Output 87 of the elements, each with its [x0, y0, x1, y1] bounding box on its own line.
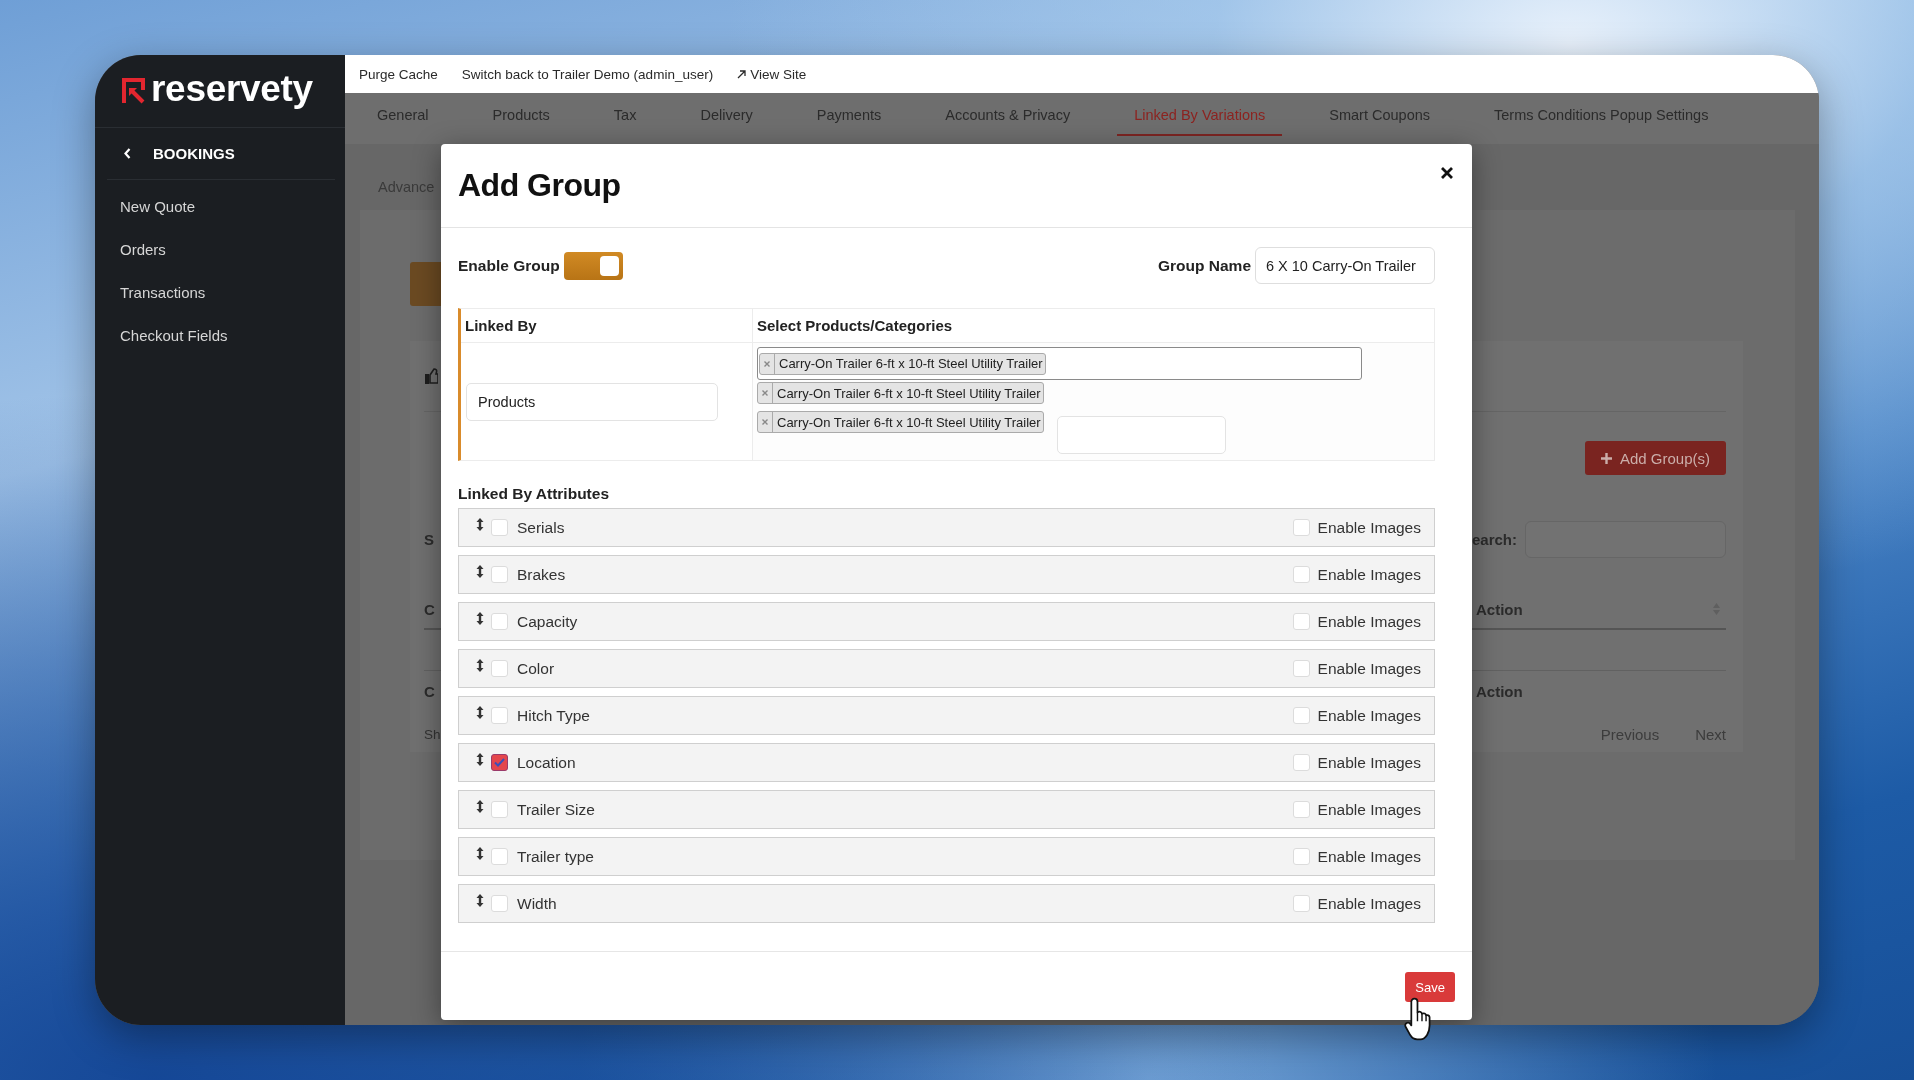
- product-search-field[interactable]: [1056, 416, 1226, 454]
- attribute-name: Serials: [517, 518, 566, 537]
- chip-label: Carry-On Trailer 6-ft x 10-ft Steel Utility Trailer: [779, 356, 1043, 371]
- attribute-name: Trailer type: [517, 847, 595, 866]
- save-button[interactable]: Save: [1405, 972, 1455, 1002]
- length-label: S: [424, 531, 434, 548]
- settings-tab[interactable]: Products: [475, 93, 567, 136]
- drag-handle-icon[interactable]: [476, 753, 484, 766]
- drag-handle-icon[interactable]: [476, 894, 484, 907]
- enable-images-checkbox[interactable]: [1292, 660, 1310, 677]
- attribute-name: Capacity: [517, 612, 579, 631]
- settings-tab[interactable]: Delivery: [683, 93, 770, 136]
- enable-images-checkbox[interactable]: [1292, 754, 1310, 771]
- drag-handle-icon[interactable]: [476, 565, 484, 578]
- enable-images-label: Enable Images: [1317, 612, 1421, 631]
- enable-images-label: Enable Images: [1317, 518, 1421, 537]
- remove-icon: [762, 390, 768, 396]
- button-fragment: [410, 262, 441, 306]
- enable-images-label: Enable Images: [1317, 894, 1421, 913]
- enable-images-label: Enable Images: [1317, 753, 1421, 772]
- logo-text: reservety: [151, 69, 313, 107]
- chip-label: Carry-On Trailer 6-ft x 10-ft Steel Utility Trailer: [777, 385, 1041, 401]
- drag-handle-icon[interactable]: [476, 847, 484, 860]
- enable-group-label: Enable Group: [458, 256, 560, 275]
- remove-icon: [764, 360, 770, 367]
- attribute-name: Color: [517, 659, 556, 678]
- sidebar-item[interactable]: Transactions: [95, 271, 206, 314]
- sidebar-item[interactable]: Orders: [95, 228, 166, 271]
- top-bar-link[interactable]: Switch back to Trailer Demo (admin_user): [461, 66, 714, 82]
- add-groups-button[interactable]: Add Group(s): [1585, 441, 1726, 475]
- attribute-name: Location: [517, 753, 577, 772]
- settings-tab[interactable]: Tax: [596, 93, 654, 136]
- section-title: Linked By Attributes: [458, 485, 610, 503]
- enable-images-checkbox[interactable]: [1292, 848, 1310, 865]
- product-multiselect[interactable]: Carry-On Trailer 6-ft x 10-ft Steel Utility Trailer: [757, 347, 1362, 380]
- column-header: C: [424, 682, 435, 700]
- plus-icon: [1600, 452, 1612, 464]
- attribute-checkbox[interactable]: [491, 754, 508, 771]
- group-name-label: Group Name: [1158, 256, 1251, 275]
- column-header: Action: [1476, 682, 1523, 700]
- enable-images-label: Enable Images: [1317, 847, 1421, 866]
- back-button[interactable]: BOOKINGS: [124, 145, 235, 162]
- enable-images-checkbox[interactable]: [1292, 613, 1310, 630]
- sidebar-item[interactable]: New Quote: [95, 185, 196, 228]
- enable-images-label: Enable Images: [1317, 706, 1421, 725]
- logo-mark-icon: [122, 78, 146, 104]
- top-bar-link[interactable]: View Site: [737, 66, 807, 82]
- chevron-left-icon: [124, 148, 131, 159]
- check-icon: [494, 758, 505, 767]
- enable-images-label: Enable Images: [1317, 565, 1421, 584]
- drag-handle-icon[interactable]: [476, 706, 484, 719]
- enable-images-checkbox[interactable]: [1292, 895, 1310, 912]
- close-icon: [1440, 166, 1454, 180]
- drag-handle-icon[interactable]: [476, 659, 484, 672]
- top-bar-link[interactable]: Purge Cache: [359, 66, 438, 82]
- enable-group-toggle[interactable]: [563, 251, 623, 280]
- enable-images-label: Enable Images: [1317, 800, 1421, 819]
- drag-handle-icon[interactable]: [476, 612, 484, 625]
- settings-tab[interactable]: Accounts & Privacy: [928, 93, 1088, 136]
- attribute-name: Trailer Size: [517, 800, 596, 819]
- enable-images-label: Enable Images: [1317, 659, 1421, 678]
- group-name-field[interactable]: 6 X 10 Carry-On Trailer: [1255, 247, 1435, 284]
- chip-label: Carry-On Trailer 6-ft x 10-ft Steel Utility Trailer: [777, 414, 1041, 430]
- search-label: earch:: [1471, 531, 1517, 548]
- settings-tab[interactable]: Terms Conditions Popup Settings: [1477, 93, 1726, 136]
- remove-icon: [762, 419, 768, 425]
- close-button[interactable]: [1440, 166, 1454, 180]
- column-header: C: [424, 600, 435, 618]
- settings-tab[interactable]: Payments: [799, 93, 899, 136]
- modal-title: Add Group: [458, 167, 621, 204]
- drag-handle-icon[interactable]: [476, 518, 484, 531]
- settings-tab[interactable]: Smart Coupons: [1312, 93, 1448, 136]
- attribute-name: Width: [517, 894, 558, 913]
- table-info: Sh: [424, 726, 441, 742]
- attribute-name: Hitch Type: [517, 706, 591, 725]
- hand-icon: [424, 367, 438, 385]
- enable-images-checkbox[interactable]: [1292, 519, 1310, 536]
- column-header: Action: [1476, 600, 1523, 618]
- attribute-name: Brakes: [517, 565, 567, 584]
- enable-images-checkbox[interactable]: [1292, 801, 1310, 818]
- enable-images-checkbox[interactable]: [1292, 566, 1310, 583]
- settings-tab[interactable]: General: [360, 93, 446, 136]
- column-header: Linked By: [461, 309, 752, 343]
- linked-by-select[interactable]: Products: [466, 382, 718, 421]
- enable-images-checkbox[interactable]: [1292, 707, 1310, 724]
- sidebar-item[interactable]: Checkout Fields: [95, 314, 228, 357]
- drag-handle-icon[interactable]: [476, 800, 484, 813]
